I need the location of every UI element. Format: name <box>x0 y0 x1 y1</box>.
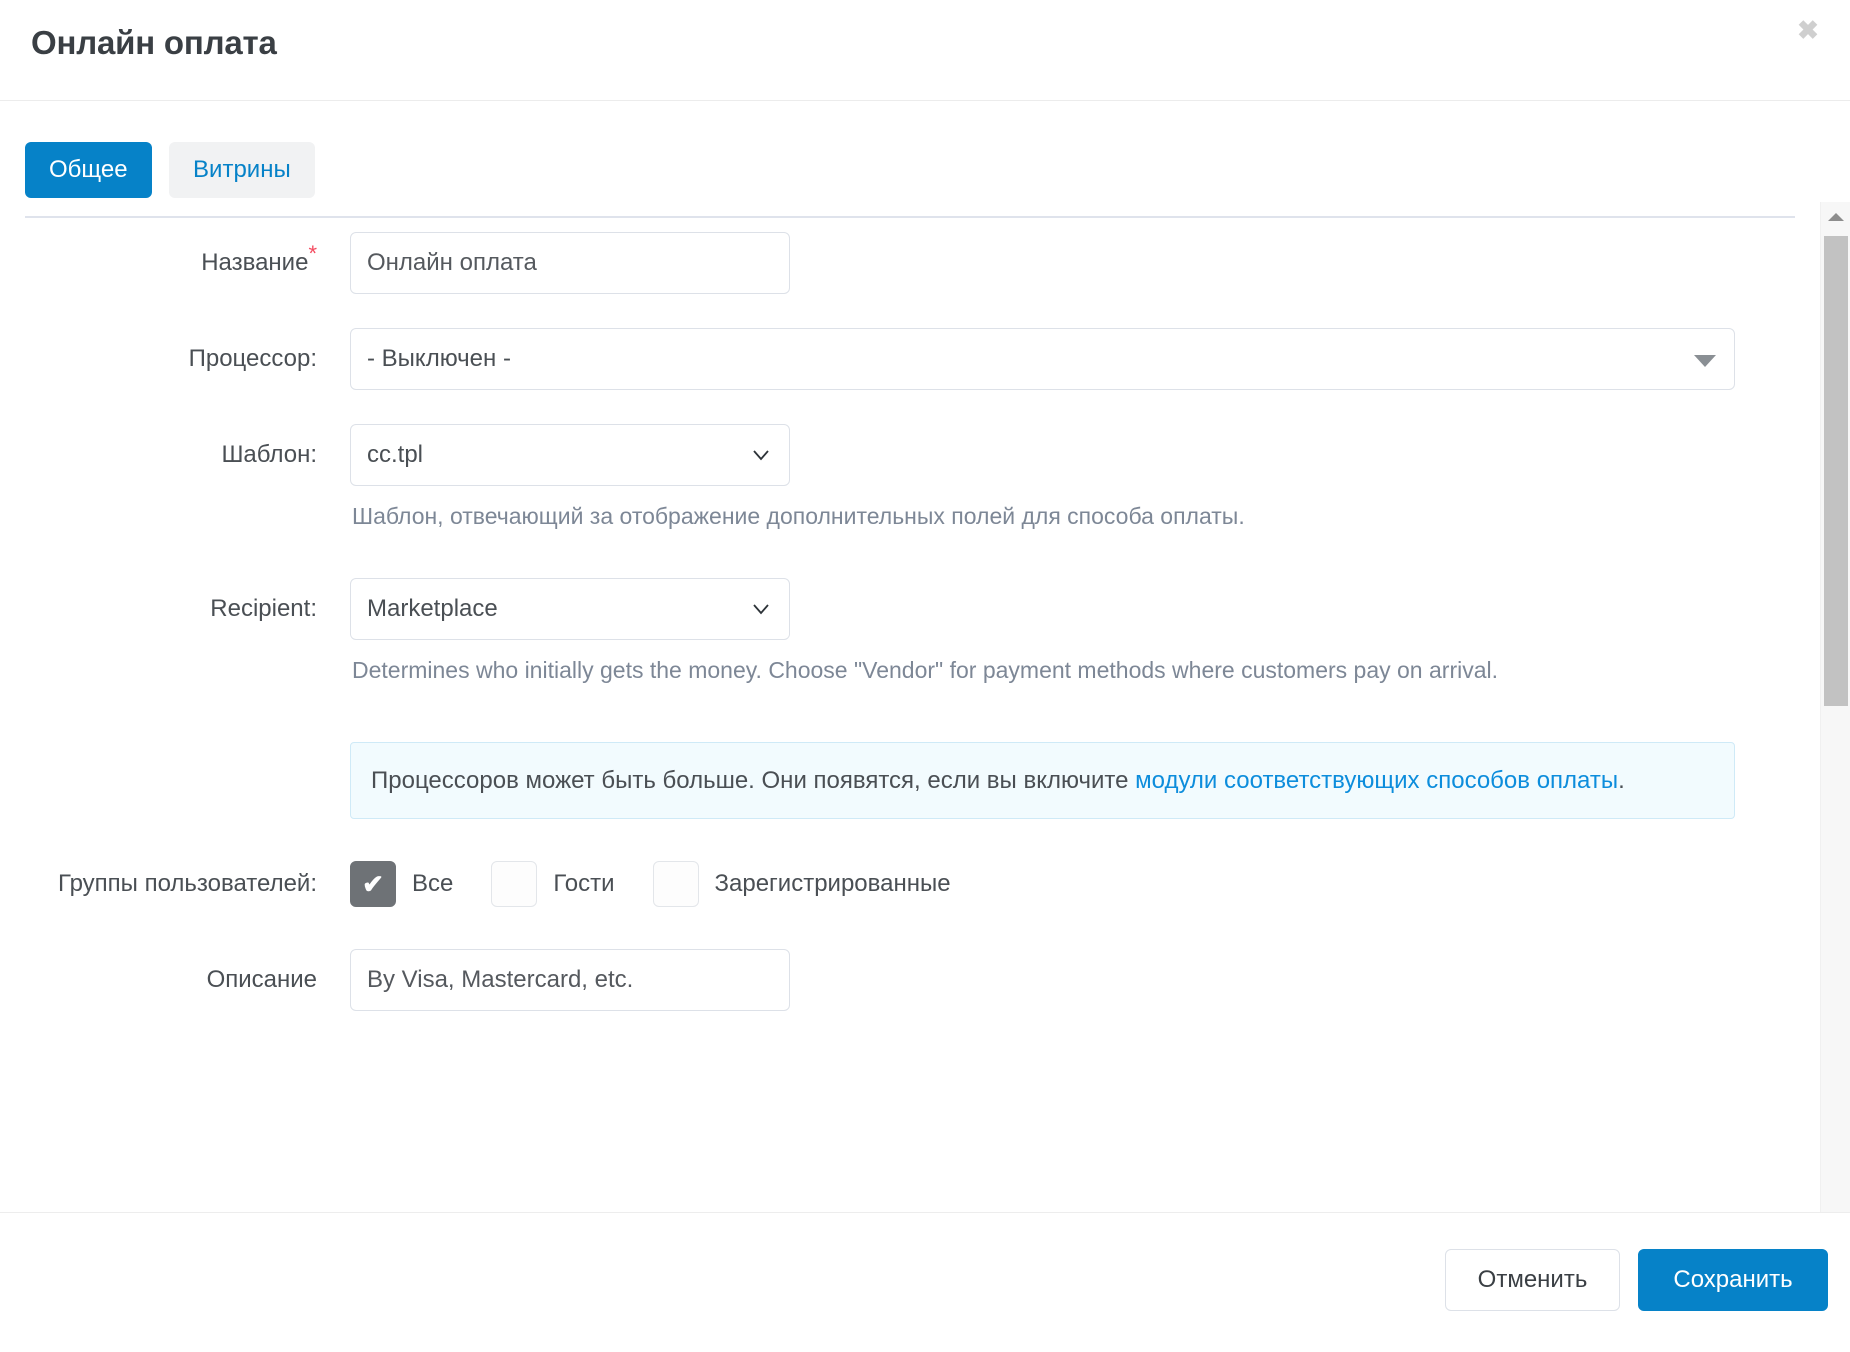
recipient-select[interactable]: Marketplace <box>350 578 790 640</box>
info-notice: Процессоров может быть больше. Они появя… <box>350 742 1735 819</box>
tab-divider <box>25 216 1795 218</box>
recipient-help-text: Determines who initially gets the money.… <box>350 640 1820 686</box>
checkbox-item-all[interactable]: ✔ Все <box>350 861 453 907</box>
recipient-field-col: Marketplace Determines who initially get… <box>350 578 1820 686</box>
name-field-col <box>350 232 1820 294</box>
checkbox-label-guests: Гости <box>553 870 614 898</box>
modal-body-content: Общее Витрины Название* Процессор: <box>0 101 1820 1067</box>
checkbox-label-all: Все <box>412 870 453 898</box>
description-input[interactable] <box>350 949 790 1011</box>
triangle-up-icon <box>1828 213 1844 221</box>
description-field-col <box>350 949 1820 1011</box>
checkbox-all[interactable]: ✔ <box>350 861 396 907</box>
modal-header: Онлайн оплата ✖ <box>0 0 1850 101</box>
spacer <box>0 819 1820 853</box>
user-groups-checkbox-group: ✔ Все Гости Зарегистрированные <box>350 853 1820 915</box>
notice-field-col: Процессоров может быть больше. Они появя… <box>350 742 1820 819</box>
description-label: Описание <box>0 949 350 1011</box>
name-input[interactable] <box>350 232 790 294</box>
spacer <box>0 686 1820 742</box>
field-row-notice: Процессоров может быть больше. Они появя… <box>0 742 1820 819</box>
notice-text-before: Процессоров может быть больше. Они появя… <box>371 767 1135 794</box>
tab-general[interactable]: Общее <box>25 142 152 198</box>
checkbox-label-registered: Зарегистрированные <box>715 870 951 898</box>
recipient-selected-value: Marketplace <box>367 595 498 622</box>
user-groups-field-col: ✔ Все Гости Зарегистрированные <box>350 853 1820 915</box>
checkbox-guests[interactable] <box>491 861 537 907</box>
tab-strip: Общее Витрины <box>0 101 1820 219</box>
notice-text-after: . <box>1618 767 1625 794</box>
page-title: Онлайн оплата <box>31 24 277 62</box>
spacer <box>0 1011 1820 1067</box>
field-row-template: Шаблон: cc.tpl Шаблон, отвечающий за ото… <box>0 424 1820 532</box>
user-groups-label: Группы пользователей: <box>0 853 350 915</box>
name-label-wrap: Название* <box>0 232 350 294</box>
spacer <box>0 390 1820 424</box>
checkbox-item-registered[interactable]: Зарегистрированные <box>653 861 951 907</box>
chevron-down-icon <box>749 597 773 621</box>
cancel-button[interactable]: Отменить <box>1445 1249 1620 1311</box>
name-label: Название <box>201 249 308 276</box>
field-row-processor: Процессор: - Выключен - <box>0 328 1820 390</box>
template-selected-value: cc.tpl <box>367 441 423 468</box>
field-row-user-groups: Группы пользователей: ✔ Все Гости <box>0 853 1820 915</box>
template-field-col: cc.tpl Шаблон, отвечающий за отображение… <box>350 424 1820 532</box>
processor-label: Процессор: <box>0 328 350 390</box>
spacer <box>0 532 1820 578</box>
modal-footer: Отменить Сохранить <box>0 1212 1850 1352</box>
payment-method-form: Название* Процессор: - Выключен - <box>0 219 1820 1067</box>
vertical-scrollbar[interactable] <box>1820 202 1850 1212</box>
processor-field-col: - Выключен - <box>350 328 1820 390</box>
spacer <box>0 294 1820 328</box>
check-icon: ✔ <box>362 871 384 897</box>
chevron-down-icon <box>1694 355 1716 367</box>
spacer <box>0 915 1820 949</box>
processor-selected-value: - Выключен - <box>367 345 511 372</box>
online-payment-modal: Онлайн оплата ✖ Общее Витрины Название* <box>0 0 1850 1352</box>
checkbox-item-guests[interactable]: Гости <box>491 861 614 907</box>
template-label: Шаблон: <box>0 424 350 486</box>
field-row-name: Название* <box>0 232 1820 294</box>
required-asterisk: * <box>308 241 317 266</box>
close-icon[interactable]: ✖ <box>1790 12 1826 48</box>
template-select[interactable]: cc.tpl <box>350 424 790 486</box>
modal-body-scroll-area: Общее Витрины Название* Процессор: <box>0 101 1850 1212</box>
save-button[interactable]: Сохранить <box>1638 1249 1828 1311</box>
chevron-down-icon <box>749 443 773 467</box>
recipient-label: Recipient: <box>0 578 350 640</box>
tab-storefronts[interactable]: Витрины <box>169 142 315 198</box>
scrollbar-thumb[interactable] <box>1824 236 1848 706</box>
field-row-recipient: Recipient: Marketplace Determines who in… <box>0 578 1820 686</box>
checkbox-registered[interactable] <box>653 861 699 907</box>
processor-select[interactable]: - Выключен - <box>350 328 1735 390</box>
scroll-up-button[interactable] <box>1821 202 1850 232</box>
payment-modules-link[interactable]: модули соответствующих способов оплаты <box>1135 767 1618 794</box>
field-row-description: Описание <box>0 949 1820 1011</box>
template-help-text: Шаблон, отвечающий за отображение дополн… <box>350 486 1820 532</box>
